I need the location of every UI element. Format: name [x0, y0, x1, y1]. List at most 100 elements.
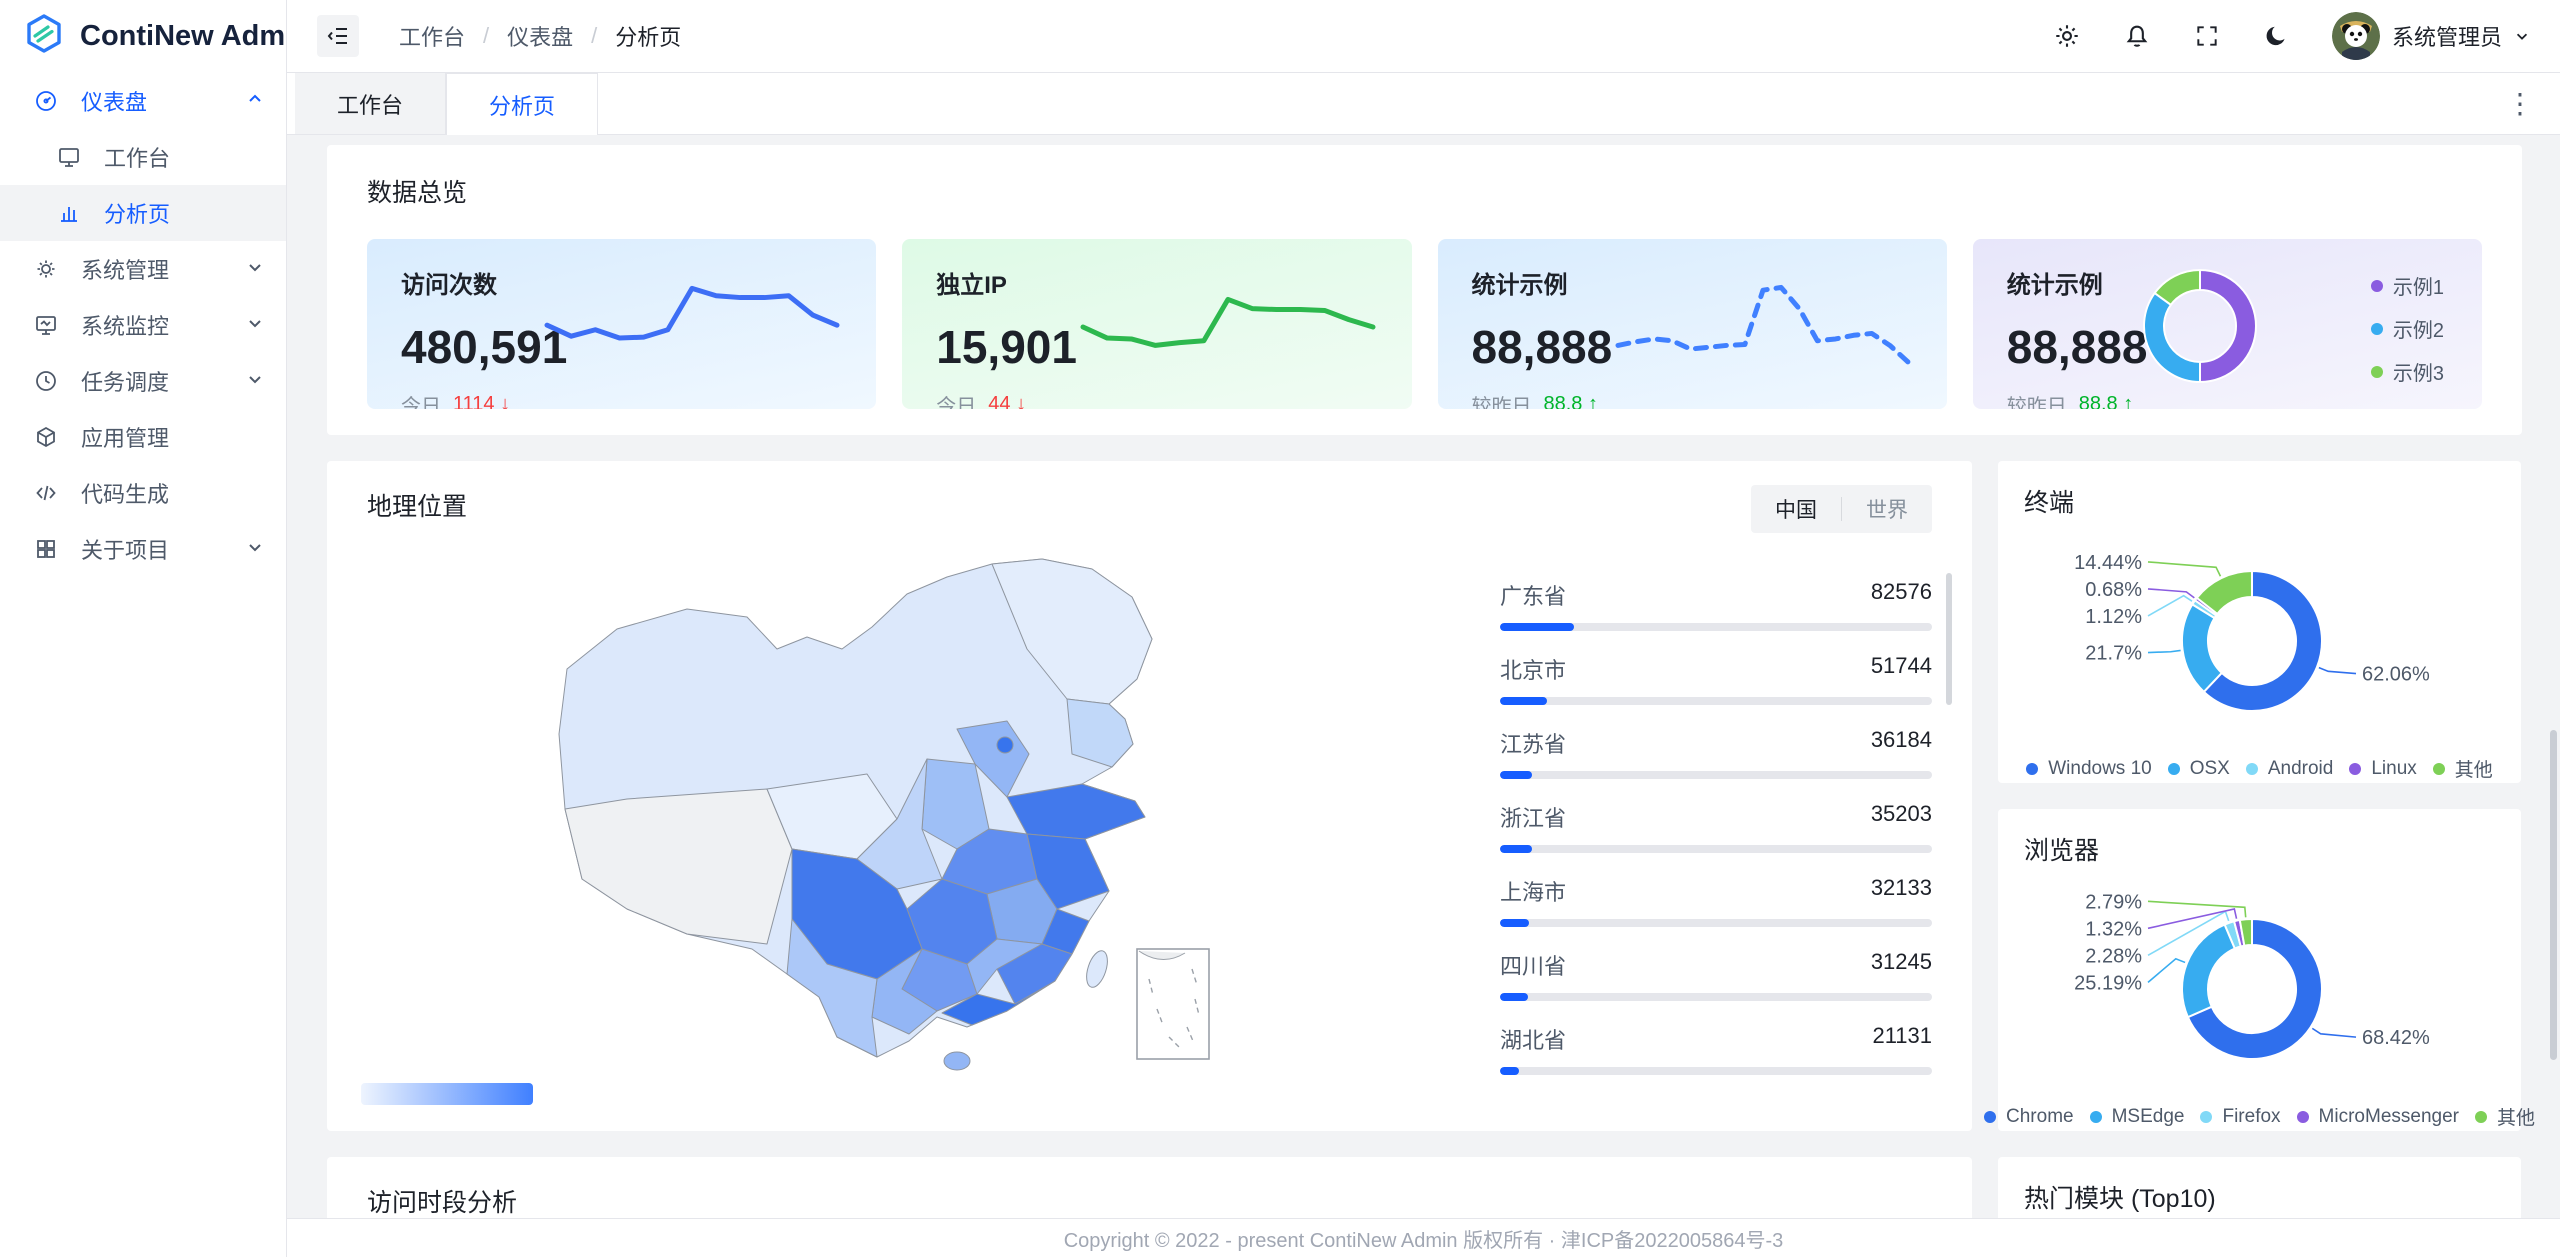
copyright-text: Copyright © 2022 - present ContiNew Admi…: [1064, 1224, 1784, 1253]
tab-bar: 工作台 分析页 ⋮: [287, 73, 2560, 135]
legend-item[interactable]: 其他: [2475, 1103, 2535, 1130]
legend-dot-icon: [2200, 1111, 2212, 1123]
delta-value: 1114 ↓: [453, 393, 510, 409]
legend-item[interactable]: Windows 10: [2026, 755, 2152, 782]
progress-track: [1500, 845, 1932, 853]
legend-label: MSEdge: [2112, 1106, 2185, 1128]
legend-item[interactable]: MicroMessenger: [2297, 1103, 2459, 1130]
legend-label: 示例2: [2393, 314, 2444, 343]
chevron-up-icon: [246, 88, 264, 114]
progress-track: [1500, 623, 1932, 631]
dashboard-icon: [33, 88, 59, 114]
breadcrumb-separator: /: [483, 23, 489, 49]
time-analysis-card: 访问时段分析 100k: [327, 1157, 1972, 1218]
sidebar-item-dashboard[interactable]: 仪表盘: [0, 73, 286, 129]
terminal-legend: Windows 10 OSX Android Linux 其他: [2024, 755, 2495, 782]
progress-track: [1500, 697, 1932, 705]
progress-fill: [1500, 845, 1532, 853]
sidebar-item-about[interactable]: 关于项目: [0, 521, 286, 577]
stat-card-ip: 独立IP 15,901 今日 44 ↓: [902, 239, 1411, 409]
legend-item[interactable]: Chrome: [1984, 1103, 2074, 1130]
breadcrumb-separator: /: [591, 23, 597, 49]
sidebar-item-label: 分析页: [104, 197, 264, 229]
delta-value: 44 ↓: [988, 393, 1026, 409]
settings-icon[interactable]: [2052, 21, 2082, 51]
legend-item[interactable]: 示例3: [2371, 357, 2444, 386]
svg-text:62.06%: 62.06%: [2362, 664, 2430, 686]
terminal-donut-chart: 62.06%21.7%1.12%0.68%14.44%: [2024, 523, 2494, 753]
legend-label: 其他: [2455, 755, 2493, 782]
terminal-title: 终端: [2024, 483, 2495, 519]
stat-delta: 较昨日 88.8 ↑: [1472, 390, 1913, 409]
sample-sparkline: [1613, 275, 1913, 379]
page-scrollbar[interactable]: [2550, 730, 2557, 1060]
legend-label: Linux: [2371, 758, 2416, 780]
tab-analytics[interactable]: 分析页: [446, 73, 598, 135]
svg-text:68.42%: 68.42%: [2362, 1027, 2430, 1049]
list-item: 湖北省21131: [1500, 1023, 1932, 1075]
legend-item[interactable]: OSX: [2168, 755, 2230, 782]
progress-track: [1500, 771, 1932, 779]
china-map[interactable]: [537, 549, 1237, 1094]
toggle-china[interactable]: 中国: [1751, 494, 1841, 524]
legend-dot-icon: [2349, 763, 2361, 775]
legend-item[interactable]: 示例1: [2371, 271, 2444, 300]
terminal-card: 终端 62.06%21.7%1.12%0.68%14.44% Windows 1…: [1998, 461, 2521, 783]
chevron-down-icon: [246, 368, 264, 394]
progress-fill: [1500, 771, 1532, 779]
svg-text:14.44%: 14.44%: [2074, 552, 2142, 574]
province-value: 35203: [1871, 801, 1932, 833]
breadcrumb-item[interactable]: 分析页: [615, 20, 681, 52]
province-name: 上海市: [1500, 875, 1566, 907]
list-scrollbar[interactable]: [1946, 573, 1952, 705]
dark-mode-moon-icon[interactable]: [2262, 21, 2292, 51]
user-menu[interactable]: 系统管理员: [2332, 12, 2530, 60]
stat-delta: 较昨日 88.8 ↑: [2007, 390, 2448, 409]
stat-delta: 今日 44 ↓: [936, 390, 1377, 409]
sidebar-item-analytics[interactable]: 分析页: [0, 185, 286, 241]
legend-label: Windows 10: [2048, 758, 2152, 780]
fullscreen-icon[interactable]: [2192, 21, 2222, 51]
legend-item[interactable]: Android: [2246, 755, 2334, 782]
svg-text:1.32%: 1.32%: [2085, 918, 2142, 940]
sidebar-item-system[interactable]: 系统管理: [0, 241, 286, 297]
tab-more-icon[interactable]: ⋮: [2480, 90, 2560, 118]
list-item: 广东省82576: [1500, 579, 1932, 631]
legend-item[interactable]: Linux: [2349, 755, 2416, 782]
legend-label: MicroMessenger: [2319, 1106, 2459, 1128]
monitor-pulse-icon: [33, 312, 59, 338]
progress-track: [1500, 1067, 1932, 1075]
breadcrumb-item[interactable]: 工作台: [399, 20, 465, 52]
logo[interactable]: ContiNew Admin: [0, 0, 286, 73]
list-item: 江苏省36184: [1500, 727, 1932, 779]
sidebar-item-monitor[interactable]: 系统监控: [0, 297, 286, 353]
sidebar-item-workbench[interactable]: 工作台: [0, 129, 286, 185]
legend-item[interactable]: 其他: [2433, 755, 2493, 782]
avatar: [2332, 12, 2380, 60]
arrow-up-icon: ↑: [2123, 393, 2133, 409]
clock-icon: [33, 368, 59, 394]
legend-item[interactable]: MSEdge: [2090, 1103, 2185, 1130]
breadcrumb-item[interactable]: 仪表盘: [507, 20, 573, 52]
legend-item[interactable]: Firefox: [2200, 1103, 2280, 1130]
toggle-world[interactable]: 世界: [1842, 494, 1932, 524]
geo-card: 地理位置 中国 世界: [327, 461, 1972, 1131]
sidebar-item-codegen[interactable]: 代码生成: [0, 465, 286, 521]
notification-bell-icon[interactable]: [2122, 21, 2152, 51]
province-value: 31245: [1871, 949, 1932, 981]
tab-workbench[interactable]: 工作台: [295, 73, 446, 134]
gear-icon: [33, 256, 59, 282]
menu-fold-button[interactable]: [317, 15, 359, 57]
list-item: 北京市51744: [1500, 653, 1932, 705]
svg-text:2.79%: 2.79%: [2085, 891, 2142, 913]
caret-down-icon: [2514, 28, 2530, 44]
legend-item[interactable]: 示例2: [2371, 314, 2444, 343]
sidebar-item-label: 系统管理: [81, 253, 246, 285]
province-name: 北京市: [1500, 653, 1566, 685]
legend-dot-icon: [2433, 763, 2445, 775]
sidebar-item-apps[interactable]: 应用管理: [0, 409, 286, 465]
progress-fill: [1500, 919, 1529, 927]
sidebar-item-schedule[interactable]: 任务调度: [0, 353, 286, 409]
topbar-actions: 系统管理员: [2052, 12, 2530, 60]
data-overview-card: 数据总览 访问次数 480,591 今日 1114 ↓ 独立IP 15,901 …: [327, 145, 2522, 435]
